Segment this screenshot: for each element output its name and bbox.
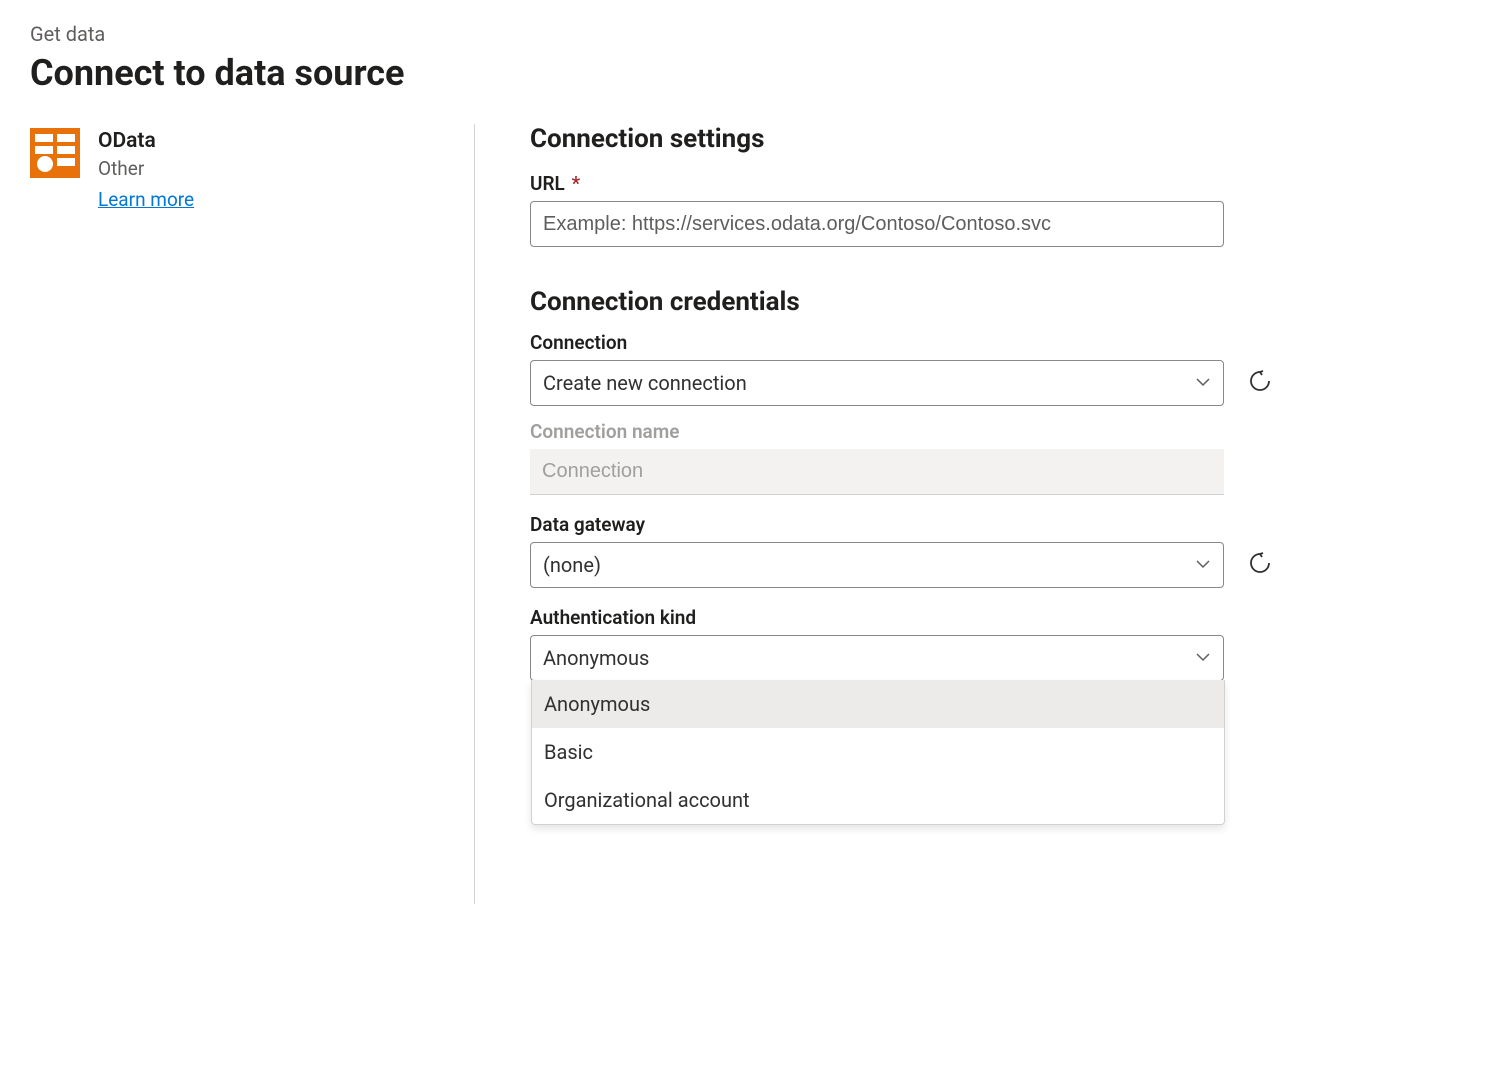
datasource-sidebar: OData Other Learn more: [30, 124, 475, 904]
auth-kind-label: Authentication kind: [530, 606, 1345, 629]
connection-label: Connection: [530, 331, 1345, 354]
refresh-icon: [1248, 369, 1272, 397]
datasource-category: Other: [98, 155, 194, 184]
learn-more-link[interactable]: Learn more: [98, 188, 194, 211]
datasource-name: OData: [98, 128, 194, 155]
url-label-text: URL: [530, 172, 565, 195]
main-panel: Connection settings URL * Connection cre…: [475, 124, 1345, 904]
connection-select[interactable]: Create new connection: [530, 360, 1224, 406]
auth-kind-select[interactable]: Anonymous Anonymous Basic Organizational…: [530, 635, 1224, 681]
connection-settings-heading: Connection settings: [530, 124, 1345, 154]
gateway-label: Data gateway: [530, 513, 1345, 536]
auth-kind-select-value: Anonymous: [543, 646, 649, 670]
gateway-refresh-button[interactable]: [1246, 551, 1274, 579]
datasource-entry: OData Other Learn more: [30, 124, 444, 211]
gateway-select-value: (none): [543, 553, 601, 577]
connection-name-input: [530, 449, 1224, 495]
connection-credentials-heading: Connection credentials: [530, 287, 1345, 317]
refresh-icon: [1248, 551, 1272, 579]
url-label: URL *: [530, 172, 1345, 195]
chevron-down-icon: [1195, 646, 1211, 670]
connection-name-label: Connection name: [530, 420, 1345, 443]
chevron-down-icon: [1195, 553, 1211, 577]
auth-kind-dropdown: Anonymous Basic Organizational account: [531, 680, 1225, 825]
page-title: Connect to data source: [30, 52, 1472, 94]
gateway-select[interactable]: (none): [530, 542, 1224, 588]
auth-option-anonymous[interactable]: Anonymous: [532, 680, 1224, 728]
connection-select-value: Create new connection: [543, 371, 747, 395]
chevron-down-icon: [1195, 371, 1211, 395]
url-input[interactable]: [530, 201, 1224, 247]
connection-refresh-button[interactable]: [1246, 369, 1274, 397]
auth-option-basic[interactable]: Basic: [532, 728, 1224, 776]
required-indicator: *: [572, 172, 581, 195]
breadcrumb: Get data: [30, 22, 1472, 46]
odata-icon: [30, 128, 80, 211]
auth-option-organizational[interactable]: Organizational account: [532, 776, 1224, 824]
